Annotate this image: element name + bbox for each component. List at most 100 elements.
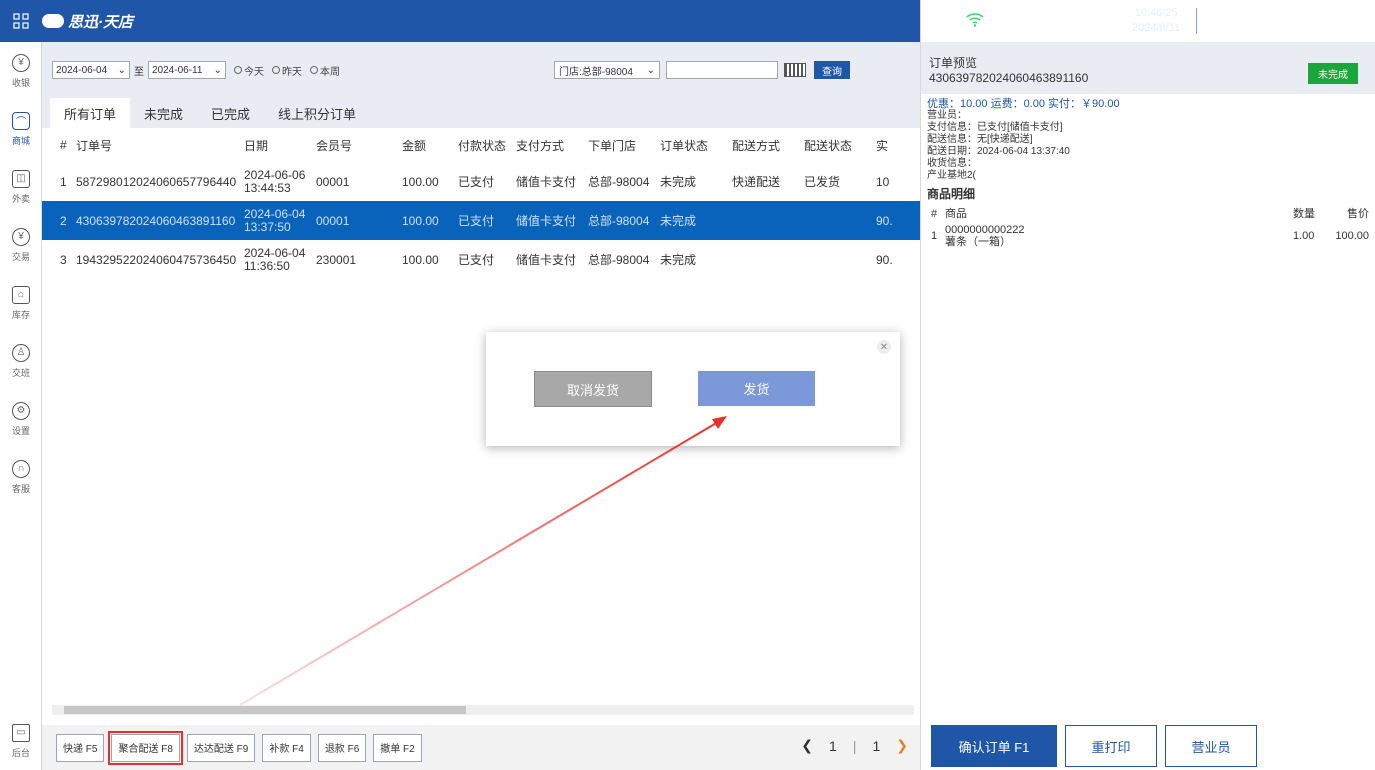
start-date-picker[interactable]: 2024-06-04 ⌄ (52, 61, 130, 79)
row-index: 3 (60, 252, 66, 267)
items-col-header: 商品 (945, 208, 967, 220)
scrollbar-thumb[interactable] (64, 706, 466, 714)
salesperson-button[interactable]: 营业员 (1165, 725, 1257, 767)
col-header[interactable]: 会员号 (310, 128, 396, 162)
search-input[interactable] (666, 61, 778, 79)
col-header[interactable]: 下单门店 (582, 128, 654, 162)
nav-item-support[interactable]: ∩ 客服 (0, 448, 42, 506)
radio-today[interactable]: 今天 (234, 63, 264, 78)
tab-points-orders[interactable]: 线上积分订单 (264, 98, 370, 128)
radio-yesterday[interactable]: 昨天 (272, 63, 302, 78)
cancel-shipment-button[interactable]: 取消发货 (534, 371, 652, 407)
start-date-value: 2024-06-04 (56, 64, 108, 76)
supplement-payment-button[interactable]: 补款 F4 (262, 733, 311, 762)
table-row[interactable]: 3 19432952202406047573645​0 2024-06-04 11… (42, 240, 920, 279)
shipping-status (798, 240, 870, 279)
payment-status: 已支付 (458, 175, 495, 189)
end-date-picker[interactable]: 2024-06-11 ⌄ (148, 61, 226, 79)
user-icon[interactable] (1043, 11, 1061, 32)
confirm-order-button[interactable]: 确认订单 F1 (931, 725, 1057, 767)
order-tabs: 所有订单 未完成 已完成 线上积分订单 (42, 98, 920, 128)
nav-item-cashier[interactable]: ¥ 收银 (0, 42, 42, 100)
dada-delivery-button[interactable]: 达达配送 F9 (186, 733, 256, 762)
ship-dialog: ✕ 取消发货 发货 (486, 332, 900, 446)
radio-this-week[interactable]: 本周 (310, 63, 340, 78)
col-header[interactable]: 订单状态 (654, 128, 726, 162)
apps-grid-icon[interactable] (0, 0, 42, 42)
nav-item-inventory[interactable]: ⌂ 库存 (0, 274, 42, 332)
minimize-button[interactable]: — (1207, 7, 1235, 35)
col-header[interactable]: 金额 (396, 128, 452, 162)
col-header[interactable]: 日期 (238, 128, 310, 162)
clock-date: 2024/6/11 (1132, 22, 1181, 34)
col-header: # (60, 138, 67, 152)
nav-item-takeout[interactable]: ◫ 外卖 (0, 158, 42, 216)
nav-label: 库存 (11, 309, 30, 320)
col-header[interactable]: 配送方式 (726, 128, 798, 162)
nav-item-trade[interactable]: ¥ 交易 (0, 216, 42, 274)
shipping-date: 配送日期：2024-06-04 13:37:40 (927, 146, 1070, 157)
radio-circle-icon (310, 66, 318, 74)
nav-label: 收银 (11, 77, 30, 88)
search-button[interactable]: 查询 (814, 61, 850, 79)
shipping-info: 配送信息：无[快递配送] (927, 134, 1033, 145)
orders-table: # 订单号 日期 会员号 金额 付款状态 支付方式 下单门店 订单状态 配送方式… (42, 128, 920, 279)
refund-button[interactable]: 退款 F6 (317, 733, 367, 762)
close-window-button[interactable]: ✕ (1243, 7, 1271, 35)
nav-label: 外卖 (11, 193, 30, 204)
order-status: 未完成 (654, 201, 726, 240)
cashier-icon: ¥ (12, 53, 30, 72)
order-store: 总部-98004 (588, 175, 650, 189)
payment-status: 已支付 (452, 201, 510, 240)
nav-label: 商城 (11, 135, 30, 146)
menu-list-icon[interactable] (1001, 12, 1027, 31)
payment-method: 储值卡支付 (516, 253, 577, 267)
nav-item-backend[interactable]: ▭ 后台 (0, 712, 42, 770)
amount: 100.00 (396, 201, 452, 240)
cancel-order-button[interactable]: 撤单 F2 (373, 733, 422, 762)
action-bar: 快递 F5 聚合配送 F8 达达配送 F9 补款 F4 退款 F6 撤单 F2 … (42, 725, 920, 770)
tab-completed[interactable]: 已完成 (197, 98, 264, 128)
prev-page-icon[interactable]: ❮ (801, 737, 813, 754)
order-status: 未完成 (660, 175, 697, 189)
col-header[interactable]: 配送状态 (798, 128, 870, 162)
takeout-icon: ◫ (12, 169, 30, 188)
order-status: 未完成 (660, 253, 697, 267)
reprint-button[interactable]: 重打印 (1065, 725, 1157, 767)
col-header[interactable]: 支付方式 (510, 128, 582, 162)
item-row[interactable]: 1 0000000000222 薯条（一箱） 1.00 100.00 (927, 224, 1375, 248)
table-row[interactable]: 1 58729801202406065779644​0 2024-06-06 13… (42, 162, 920, 201)
item-index: 1 (931, 230, 938, 242)
express-button[interactable]: 快递 F5 (56, 733, 105, 762)
keyboard-icon[interactable] (784, 63, 806, 77)
current-user[interactable]: 管理员 (1069, 12, 1108, 31)
amount: 100.00 (402, 174, 439, 189)
order-number: 43063978202406046389116​0 (66, 201, 238, 240)
shipping-method: 快递配送 (732, 175, 781, 189)
col-header[interactable]: 实 (870, 128, 920, 162)
cloud-upload-icon[interactable] (929, 11, 949, 32)
horizontal-scrollbar[interactable] (52, 705, 914, 715)
col-header[interactable]: 订单号 (66, 128, 238, 162)
settings-icon: ⚙ (12, 401, 30, 420)
end-date-value: 2024-06-11 (152, 64, 203, 76)
tab-all-orders[interactable]: 所有订单 (50, 98, 131, 128)
nav-item-settings[interactable]: ⚙ 设置 (0, 390, 42, 448)
paid-amount: 90. (870, 201, 920, 240)
nav-item-shift[interactable]: ♙ 交班 (0, 332, 42, 390)
nav-item-mall[interactable]: ⌒ 商城 (0, 100, 42, 158)
col-header[interactable]: 付款状态 (452, 128, 510, 162)
next-page-icon[interactable]: ❯ (896, 737, 908, 754)
item-name: 薯条（一箱） (945, 236, 1011, 248)
store-select[interactable]: 门店:总部-98004 ⌄ (554, 61, 660, 79)
table-row-selected[interactable]: 2 43063978202406046389116​0 2024-06-04 13… (42, 201, 920, 240)
nav-label: 客服 (11, 483, 30, 494)
close-icon[interactable]: ✕ (877, 340, 891, 354)
order-date-time: 13:44:53 (244, 180, 291, 195)
item-product: 0000000000222 薯条（一箱） (945, 224, 1293, 248)
ship-button[interactable]: 发货 (698, 371, 815, 406)
logo-text: 思迅·天店 (68, 13, 133, 31)
tab-incomplete[interactable]: 未完成 (130, 98, 197, 128)
order-number: 58729801202406065779644​0 (76, 174, 237, 189)
aggregate-delivery-button[interactable]: 聚合配送 F8 (108, 730, 183, 765)
